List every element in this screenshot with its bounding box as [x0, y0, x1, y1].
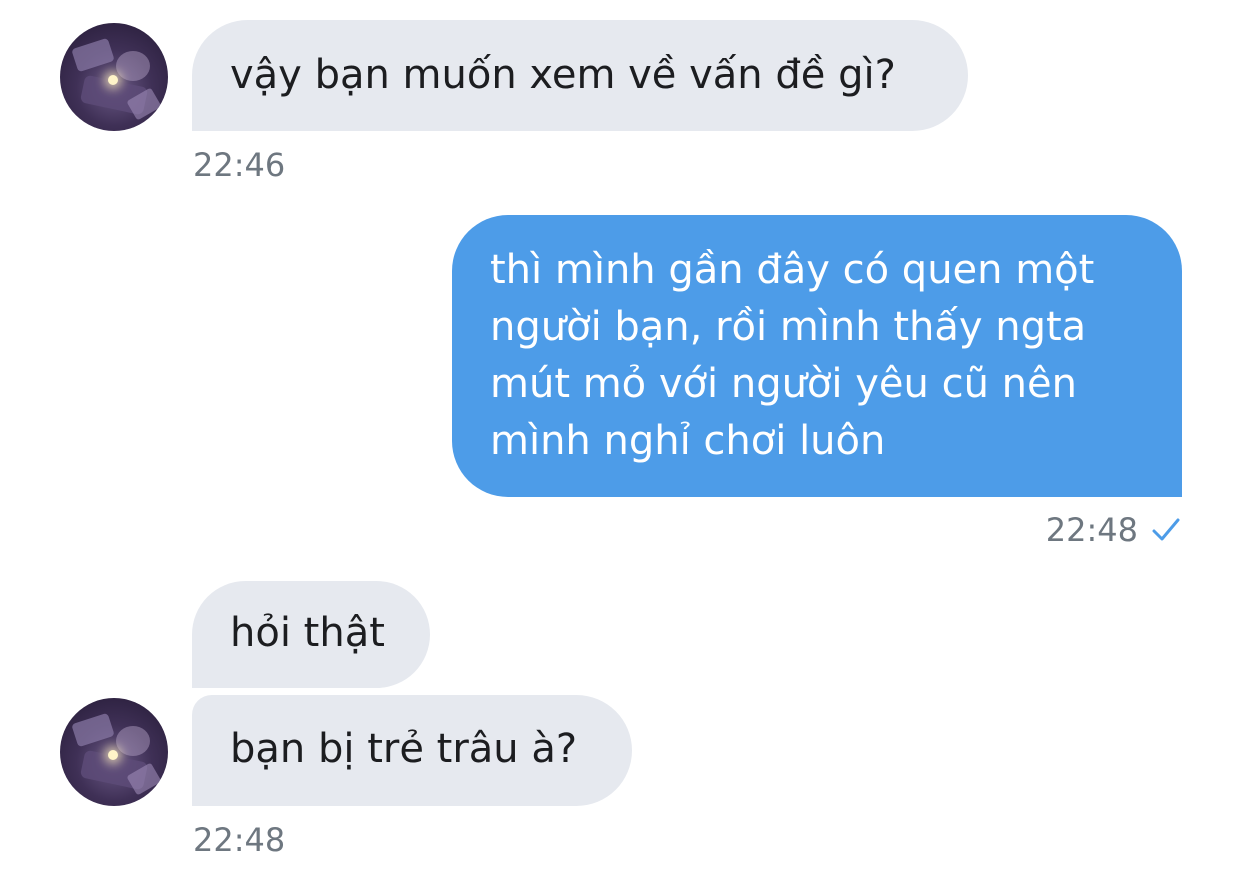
message-text: hỏi thật — [230, 610, 385, 656]
message-text: vậy bạn muốn xem về vấn đề gì? — [230, 52, 896, 98]
outgoing-message-bubble[interactable]: thì mình gần đây có quen một người bạn, … — [452, 215, 1182, 497]
message-text-line: mút mỏ với người yêu cũ nên — [490, 361, 1077, 407]
incoming-message-bubble[interactable]: vậy bạn muốn xem về vấn đề gì? — [192, 20, 968, 131]
contact-avatar[interactable] — [60, 698, 168, 806]
contact-avatar[interactable] — [60, 23, 168, 131]
message-timestamp: 22:48 — [193, 821, 286, 859]
message-text-line: mình nghỉ chơi luôn — [490, 418, 886, 464]
message-timestamp-row: 22:48 — [1046, 510, 1180, 552]
message-timestamp: 22:46 — [193, 146, 286, 184]
message-timestamp: 22:48 — [1045, 511, 1138, 549]
message-text-line: người bạn, rồi mình thấy ngta — [490, 304, 1087, 350]
checkmark-icon — [1152, 512, 1180, 552]
incoming-message-bubble[interactable]: bạn bị trẻ trâu à? — [192, 695, 632, 806]
message-text: bạn bị trẻ trâu à? — [230, 726, 578, 772]
message-text-line: thì mình gần đây có quen một — [490, 247, 1095, 293]
incoming-message-bubble[interactable]: hỏi thật — [192, 581, 430, 688]
